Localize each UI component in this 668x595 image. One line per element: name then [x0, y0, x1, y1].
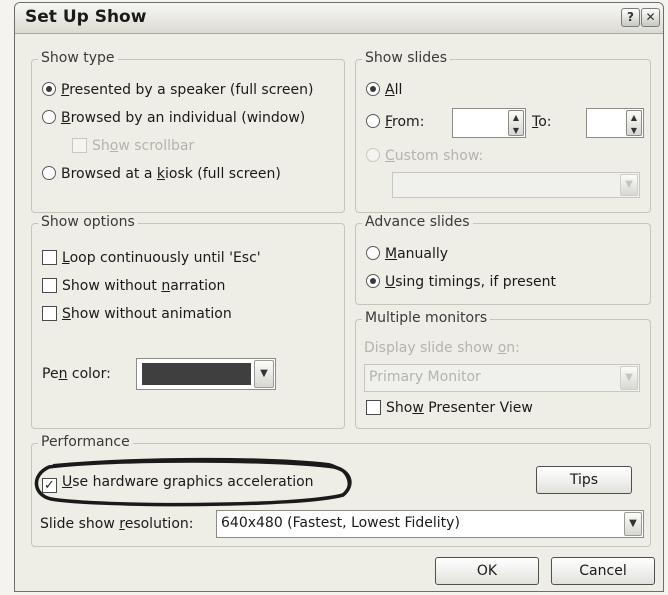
spinner-arrows-icon[interactable]: ▲ ▼ [626, 110, 642, 136]
checkbox-presenter-view[interactable]: Show Presenter View [366, 400, 533, 416]
spinner-arrows-icon[interactable]: ▲ ▼ [508, 110, 524, 136]
radio-icon [42, 166, 56, 180]
tips-button[interactable]: Tips [536, 466, 632, 494]
resolution-select[interactable]: 640x480 (Fastest, Lowest Fidelity) ▼ [216, 510, 644, 538]
pen-color-picker[interactable]: ▼ [136, 358, 276, 390]
radio-all-slides[interactable]: All [366, 82, 402, 98]
radio-icon [42, 82, 56, 96]
show-options-group: Show options Loop continuously until 'Es… [31, 214, 345, 429]
multiple-monitors-group: Multiple monitors Display slide show on:… [355, 310, 651, 429]
chevron-down-icon: ▼ [620, 174, 638, 196]
dialog-title: Set Up Show [25, 7, 147, 27]
checkbox-show-scrollbar[interactable]: Show scrollbar [72, 138, 194, 154]
radio-browsed-by-individual[interactable]: Browsed by an individual (window) [42, 110, 305, 126]
title-bar: Set Up Show ? ✕ [15, 3, 663, 34]
set-up-show-dialog: Set Up Show ? ✕ Show type Presented by a… [14, 2, 664, 592]
checkbox-icon [42, 250, 57, 265]
chevron-down-icon: ▼ [624, 512, 642, 536]
checkbox-loop-continuously[interactable]: Loop continuously until 'Esc' [42, 250, 261, 266]
radio-icon [366, 82, 380, 96]
radio-manually[interactable]: Manually [366, 246, 448, 262]
to-label: To: [532, 114, 552, 130]
radio-icon [366, 246, 380, 260]
monitor-select[interactable]: Primary Monitor ▼ [364, 364, 640, 392]
checkbox-icon [366, 400, 381, 415]
radio-from[interactable]: From: [366, 114, 424, 130]
radio-browsed-at-kiosk[interactable]: Browsed at a kiosk (full screen) [42, 166, 281, 182]
close-icon[interactable]: ✕ [641, 8, 660, 27]
checkbox-without-animation[interactable]: Show without animation [42, 306, 232, 322]
advance-slides-legend: Advance slides [362, 214, 473, 230]
custom-show-select[interactable]: ▼ [392, 172, 640, 198]
show-slides-group: Show slides All From: ▲ ▼ To: ▲ ▼ Custom s… [355, 50, 651, 213]
show-slides-legend: Show slides [362, 50, 451, 66]
radio-icon [366, 274, 380, 288]
radio-icon [366, 148, 380, 162]
ok-button[interactable]: OK [435, 557, 539, 585]
show-type-group: Show type Presented by a speaker (full s… [31, 50, 345, 213]
checkbox-icon [42, 278, 57, 293]
help-icon[interactable]: ? [621, 8, 640, 27]
radio-custom-show[interactable]: Custom show: [366, 148, 483, 164]
pen-color-swatch [142, 363, 251, 385]
radio-using-timings[interactable]: Using timings, if present [366, 274, 556, 290]
highlight-scribble [34, 457, 352, 507]
show-options-legend: Show options [38, 214, 138, 230]
multiple-monitors-legend: Multiple monitors [362, 310, 491, 326]
show-type-legend: Show type [38, 50, 118, 66]
radio-icon [366, 114, 380, 128]
checkbox-without-narration[interactable]: Show without narration [42, 278, 225, 294]
pen-color-label: Pen color: [42, 366, 111, 382]
checkbox-icon [72, 138, 87, 153]
resolution-label: Slide show resolution: [40, 516, 194, 532]
radio-icon [42, 110, 56, 124]
cancel-button[interactable]: Cancel [551, 557, 655, 585]
advance-slides-group: Advance slides Manually Using timings, i… [355, 214, 651, 305]
display-slide-show-on-label: Display slide show on: [364, 340, 520, 356]
chevron-down-icon: ▼ [620, 366, 638, 390]
from-spinner[interactable]: ▲ ▼ [452, 108, 526, 138]
radio-presented-by-speaker[interactable]: Presented by a speaker (full screen) [42, 82, 313, 98]
chevron-down-icon: ▼ [254, 360, 274, 388]
performance-legend: Performance [38, 434, 133, 450]
checkbox-icon [42, 306, 57, 321]
to-spinner[interactable]: ▲ ▼ [586, 108, 644, 138]
